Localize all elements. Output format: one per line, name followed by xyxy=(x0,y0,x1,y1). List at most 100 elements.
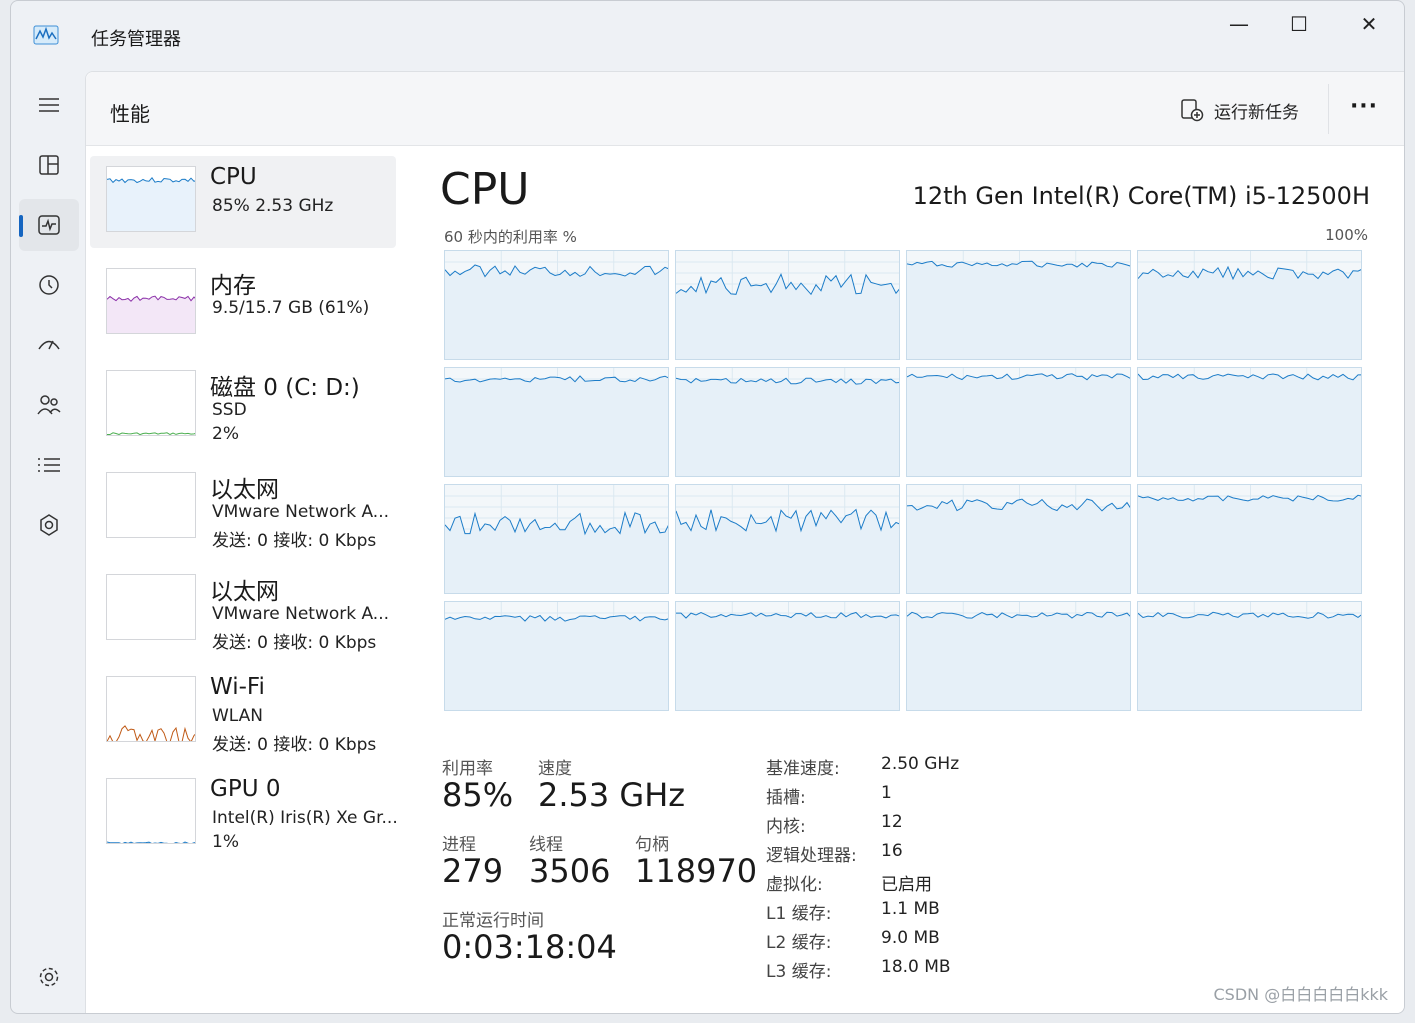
spec-value: 18.0 MB xyxy=(881,957,951,977)
spec-value: 1 xyxy=(881,783,892,803)
logical-processor-graph xyxy=(444,367,669,477)
watermark: CSDN @白白白白白kkk xyxy=(1213,985,1388,1004)
logical-processor-graph xyxy=(444,601,669,711)
logical-processor-graphs[interactable] xyxy=(444,250,1364,712)
utilization-value: 85% xyxy=(442,776,514,814)
more-options-button[interactable]: ··· xyxy=(1342,92,1386,126)
utilization-graph-label: 60 秒内的利用率 % xyxy=(444,228,577,246)
device-detail: VMware Network A... xyxy=(212,502,390,522)
logical-processor-graph xyxy=(1137,250,1362,360)
maximize-button[interactable]: ☐ xyxy=(1269,7,1329,41)
logical-processor-graph xyxy=(675,367,900,477)
device-name: 磁盘 0 (C: D:) xyxy=(210,375,360,401)
startup-apps-icon xyxy=(38,340,60,350)
device-thumbnail-graph xyxy=(106,166,196,232)
spec-value: 2.50 GHz xyxy=(881,754,960,774)
device-thumbnail-graph xyxy=(106,472,196,538)
run-new-task-label: 运行新任务 xyxy=(1214,102,1299,123)
utilization-graph-max: 100% xyxy=(1325,226,1368,244)
device-name: 以太网 xyxy=(210,579,279,605)
device-item[interactable]: 以太网 VMware Network A... 发送: 0 接收: 0 Kbps xyxy=(90,564,396,656)
cpu-model-name: 12th Gen Intel(R) Core(TM) i5-12500H xyxy=(912,182,1370,210)
run-new-task-button[interactable]: 运行新任务 xyxy=(1180,94,1299,126)
run-new-task-icon xyxy=(1181,99,1204,122)
logical-processor-graph xyxy=(675,484,900,594)
device-item[interactable]: GPU 0 Intel(R) Iris(R) Xe Gr... 1% xyxy=(90,768,398,860)
close-button[interactable]: ✕ xyxy=(1339,7,1399,41)
performance-icon xyxy=(38,215,60,235)
logical-processor-graph xyxy=(906,367,1131,477)
logical-processor-graph xyxy=(906,250,1131,360)
hamburger-menu-button[interactable] xyxy=(19,79,79,131)
threads-value: 3506 xyxy=(529,852,611,890)
spec-value: 12 xyxy=(881,812,903,832)
device-thumbnail-graph xyxy=(106,778,196,844)
device-name: Wi-Fi xyxy=(210,674,265,700)
logical-processor-graph xyxy=(906,601,1131,711)
spec-label: L1 缓存: xyxy=(766,904,832,924)
spec-label: 基准速度: xyxy=(766,759,840,779)
device-item[interactable]: 内存 9.5/15.7 GB (61%) xyxy=(90,258,396,350)
spec-value: 已启用 xyxy=(881,875,932,895)
device-item[interactable]: Wi-Fi WLAN 发送: 0 接收: 0 Kbps xyxy=(90,666,396,758)
device-name: 以太网 xyxy=(210,477,279,503)
nav-app-history[interactable] xyxy=(19,259,79,311)
app-history-icon xyxy=(39,275,59,295)
speed-value: 2.53 GHz xyxy=(538,776,686,814)
nav-settings[interactable] xyxy=(19,951,79,1003)
task-manager-window: 任务管理器 — ☐ ✕ 性能 运行新任务 ··· CPU 85% 2.53 GH… xyxy=(10,0,1405,1014)
logical-processor-graph xyxy=(444,484,669,594)
title-bar: 任务管理器 — ☐ ✕ xyxy=(11,1,1404,71)
task-manager-app-icon xyxy=(33,25,59,45)
logical-processor-graph xyxy=(1137,367,1362,477)
device-detail: WLAN xyxy=(212,706,264,726)
device-item[interactable]: 磁盘 0 (C: D:) SSD 2% xyxy=(90,360,396,452)
device-thumbnail-graph xyxy=(106,676,196,742)
nav-performance[interactable] xyxy=(19,199,79,251)
nav-details[interactable] xyxy=(19,439,79,491)
device-name: CPU xyxy=(210,164,257,190)
logical-processor-graph xyxy=(444,250,669,360)
logical-processor-graph xyxy=(1137,484,1362,594)
uptime-value: 0:03:18:04 xyxy=(442,928,617,966)
settings-icon xyxy=(39,967,59,987)
users-icon xyxy=(37,395,61,415)
nav-processes[interactable] xyxy=(19,139,79,191)
device-list: CPU 85% 2.53 GHz 内存 9.5/15.7 GB (61%) 磁盘 0 (… xyxy=(90,156,398,1013)
device-detail-secondary: 发送: 0 接收: 0 Kbps xyxy=(212,735,377,755)
device-item[interactable]: 以太网 VMware Network A... 发送: 0 接收: 0 Kbps xyxy=(90,462,396,554)
spec-label: 内核: xyxy=(766,817,806,837)
device-detail: VMware Network A... xyxy=(212,604,390,624)
processes-icon xyxy=(39,155,59,175)
spec-label: 插槽: xyxy=(766,788,806,808)
details-icon xyxy=(38,458,60,472)
device-detail: SSD xyxy=(212,400,247,420)
spec-value: 1.1 MB xyxy=(881,899,940,919)
nav-sidebar xyxy=(11,71,85,1013)
nav-users[interactable] xyxy=(19,379,79,431)
services-icon xyxy=(40,514,58,536)
spec-label: L2 缓存: xyxy=(766,933,832,953)
device-detail-secondary: 2% xyxy=(212,424,239,444)
handles-value: 118970 xyxy=(635,852,758,890)
device-thumbnail-graph xyxy=(106,574,196,640)
nav-startup-apps[interactable] xyxy=(19,319,79,371)
device-detail-secondary: 发送: 0 接收: 0 Kbps xyxy=(212,531,377,551)
window-title: 任务管理器 xyxy=(91,29,181,50)
spec-label: 逻辑处理器: xyxy=(766,846,857,866)
nav-services[interactable] xyxy=(19,499,79,551)
minimize-button[interactable]: — xyxy=(1209,7,1269,41)
spec-value: 16 xyxy=(881,841,903,861)
hamburger-menu-icon xyxy=(39,98,59,112)
device-name: 内存 xyxy=(210,273,256,299)
page-header: 性能 运行新任务 ··· xyxy=(86,72,1404,146)
processes-value: 279 xyxy=(442,852,504,890)
page-title: 性能 xyxy=(110,102,150,126)
logical-processor-graph xyxy=(906,484,1131,594)
device-detail: 85% 2.53 GHz xyxy=(212,196,334,216)
device-thumbnail-graph xyxy=(106,370,196,436)
device-thumbnail-graph xyxy=(106,268,196,334)
device-detail-secondary: 1% xyxy=(212,832,239,852)
cpu-panel-title: CPU xyxy=(440,164,530,215)
device-item[interactable]: CPU 85% 2.53 GHz xyxy=(90,156,396,248)
